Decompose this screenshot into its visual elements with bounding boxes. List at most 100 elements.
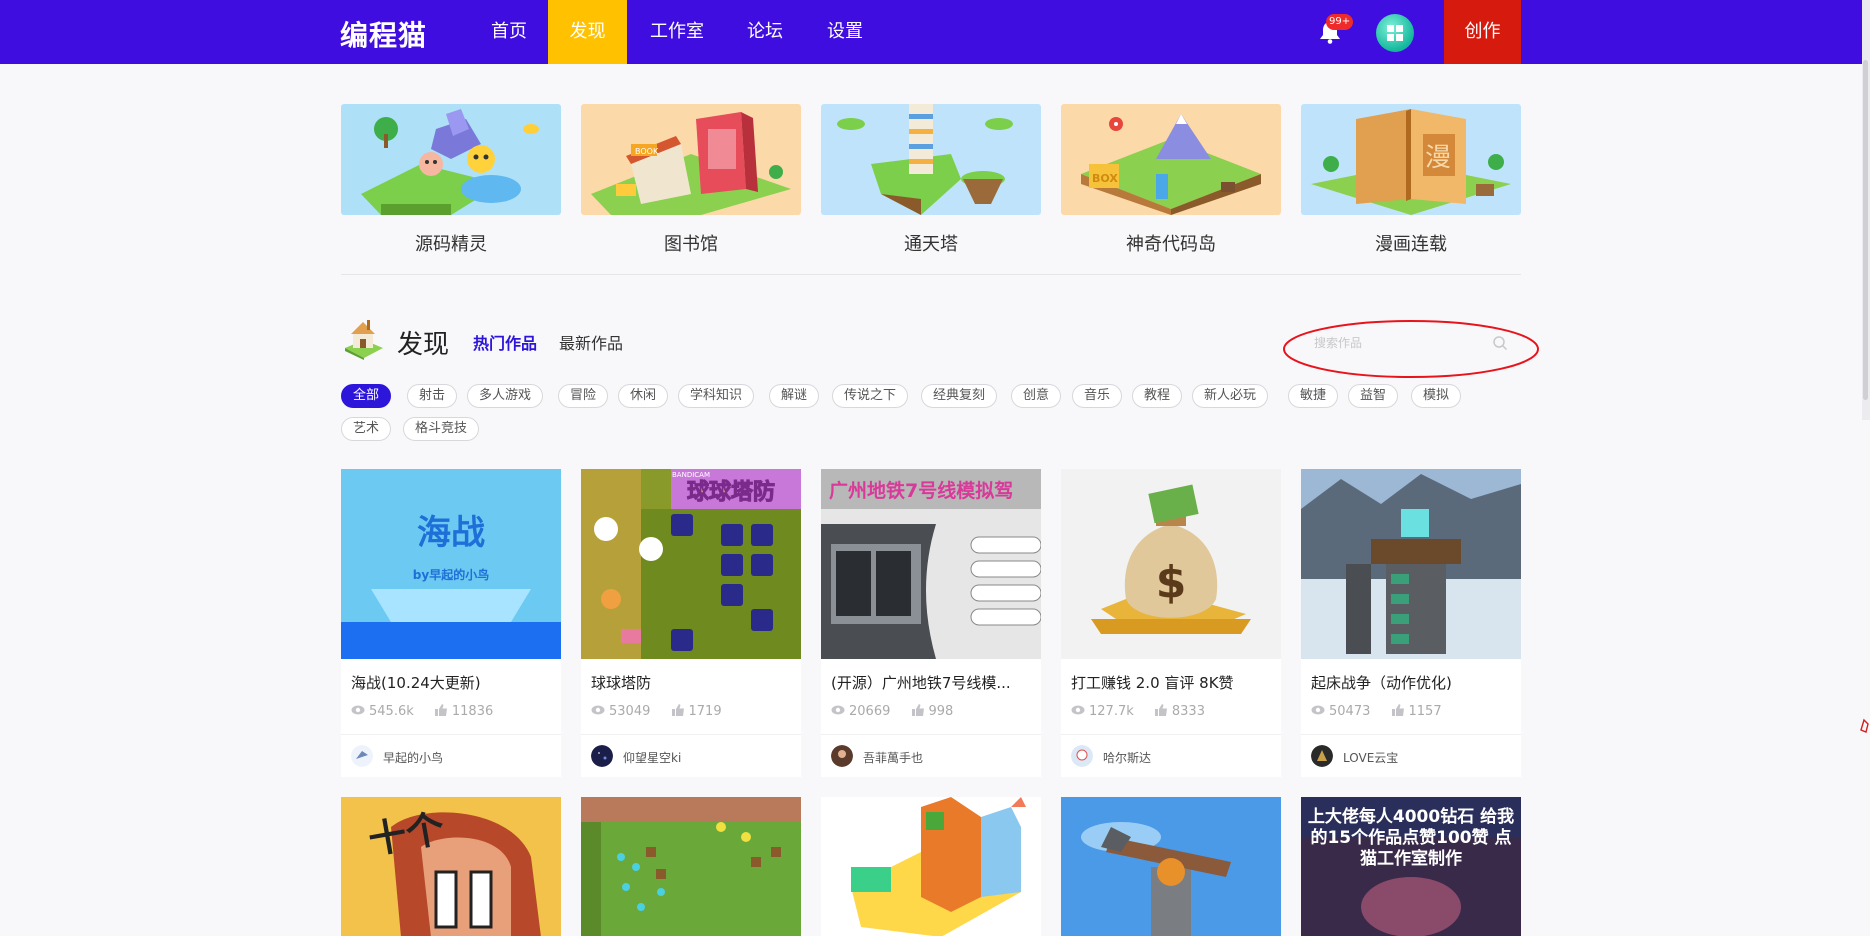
- author-avatar[interactable]: [591, 745, 613, 767]
- top-nav-bar: 编程猫 首页 发现 工作室 论坛 设置 99+ 创作: [0, 0, 1870, 64]
- notification-badge: 99+: [1326, 14, 1354, 30]
- tag-art[interactable]: 艺术: [341, 417, 392, 441]
- nav-forum[interactable]: 论坛: [733, 0, 797, 64]
- tag-brain[interactable]: 益智: [1348, 384, 1399, 408]
- work-card[interactable]: 十个: [341, 797, 561, 936]
- work-card[interactable]: [581, 797, 801, 936]
- tag-multiplayer[interactable]: 多人游戏: [467, 384, 544, 408]
- likes-thumb-icon: [1391, 704, 1404, 716]
- likes-thumb-icon: [1154, 704, 1167, 716]
- author-avatar[interactable]: [1311, 745, 1333, 767]
- feature-image: BOX: [1061, 104, 1281, 215]
- views-eye-icon: [351, 705, 365, 715]
- work-title: 海战(10.24大更新): [351, 674, 481, 692]
- card-separator: [1301, 734, 1521, 735]
- author-avatar[interactable]: [1071, 745, 1093, 767]
- nav-studio[interactable]: 工作室: [641, 0, 713, 64]
- svg-text:BOX: BOX: [1092, 172, 1118, 185]
- work-thumbnail: [1301, 469, 1521, 659]
- create-button[interactable]: 创作: [1444, 0, 1521, 64]
- author-avatar[interactable]: [351, 745, 373, 767]
- search-icon[interactable]: [1492, 335, 1508, 351]
- thumb-text: 上大佬每人4000钻石 给我的15个作品点赞100赞 点猫工作室制作: [1307, 807, 1515, 869]
- discover-title: 发现: [397, 330, 450, 360]
- tag-agility[interactable]: 敏捷: [1288, 384, 1339, 408]
- feature-code-island[interactable]: BOX 神奇代码岛: [1061, 104, 1281, 264]
- views-eye-icon: [831, 705, 845, 715]
- work-title: 打工赚钱 2.0 盲评 8K赞: [1071, 674, 1234, 692]
- work-stats: 545.6k 11836: [351, 703, 509, 719]
- work-thumbnail: 海战 by早起的小鸟: [341, 469, 561, 659]
- work-card[interactable]: [821, 797, 1041, 936]
- likes-count: 11836: [451, 704, 494, 719]
- section-divider: [341, 274, 1521, 275]
- card-separator: [1061, 734, 1281, 735]
- likes-thumb-icon: [911, 704, 924, 716]
- thumb-text: 球球塔防: [687, 480, 775, 505]
- tag-casual[interactable]: 休闲: [618, 384, 669, 408]
- tag-newbie-must-play[interactable]: 新人必玩: [1192, 384, 1269, 408]
- tab-new-works[interactable]: 最新作品: [559, 330, 623, 354]
- work-thumbnail: 广州地铁7号线模拟驾: [821, 469, 1041, 659]
- author-name[interactable]: LOVE云宝: [1343, 749, 1398, 766]
- author-name[interactable]: 吾菲萬手也: [863, 749, 923, 766]
- tag-adventure[interactable]: 冒险: [558, 384, 609, 408]
- tag-classic-remake[interactable]: 经典复刻: [921, 384, 998, 408]
- author-name[interactable]: 早起的小鸟: [383, 749, 443, 766]
- tag-shooting[interactable]: 射击: [407, 384, 458, 408]
- feature-source-sprite[interactable]: 源码精灵: [341, 104, 561, 264]
- svg-text:$: $: [1156, 557, 1187, 608]
- work-card[interactable]: 起床战争（动作优化) 50473 1157 LOVE云宝: [1301, 469, 1521, 777]
- user-avatar[interactable]: [1376, 14, 1414, 52]
- likes-count: 998: [928, 704, 954, 719]
- thumb-text: 广州地铁7号线模拟驾: [829, 479, 1013, 502]
- feature-tower[interactable]: 通天塔: [821, 104, 1041, 264]
- tag-music[interactable]: 音乐: [1072, 384, 1123, 408]
- work-thumbnail: [581, 797, 801, 936]
- windows-logo-icon: [1387, 25, 1403, 41]
- tab-hot-works[interactable]: 热门作品: [473, 330, 537, 354]
- tag-tutorial[interactable]: 教程: [1132, 384, 1183, 408]
- tag-puzzle[interactable]: 解谜: [769, 384, 820, 408]
- work-thumbnail: [1061, 797, 1281, 936]
- nav-discover[interactable]: 发现: [548, 0, 627, 64]
- page-scrollbar-thumb[interactable]: [1863, 60, 1868, 400]
- svg-text:BOOK: BOOK: [635, 147, 659, 156]
- feature-label: 通天塔: [904, 234, 958, 255]
- views-count: 53049: [609, 704, 651, 719]
- views-count: 20669: [849, 704, 891, 719]
- author-name[interactable]: 哈尔斯达: [1103, 749, 1151, 766]
- work-card[interactable]: [1061, 797, 1281, 936]
- tag-all[interactable]: 全部: [341, 384, 392, 408]
- tag-undertale[interactable]: 传说之下: [832, 384, 909, 408]
- work-card[interactable]: 海战 by早起的小鸟 海战(10.24大更新) 545.6k 11836 早起的…: [341, 469, 561, 777]
- feature-image: BOOK: [581, 104, 801, 215]
- work-thumbnail: 球球塔防 BANDICAM: [581, 469, 801, 659]
- tag-fighting[interactable]: 格斗竞技: [403, 417, 480, 441]
- work-card[interactable]: $ 打工赚钱 2.0 盲评 8K赞 127.7k 8333 哈尔斯达: [1061, 469, 1281, 777]
- tag-creative[interactable]: 创意: [1011, 384, 1062, 408]
- work-card[interactable]: 上大佬每人4000钻石 给我的15个作品点赞100赞 点猫工作室制作: [1301, 797, 1521, 936]
- author-avatar[interactable]: [831, 745, 853, 767]
- feature-library[interactable]: BOOK 图书馆: [581, 104, 801, 264]
- nav-settings[interactable]: 设置: [813, 0, 877, 64]
- search-input[interactable]: [1314, 333, 1474, 353]
- author-name[interactable]: 仰望星空ki: [623, 749, 681, 766]
- likes-thumb-icon: [671, 704, 684, 716]
- feature-label: 漫画连载: [1375, 234, 1447, 255]
- views-eye-icon: [1071, 705, 1085, 715]
- likes-count: 8333: [1171, 704, 1205, 719]
- feature-label: 神奇代码岛: [1126, 234, 1216, 255]
- feature-comics[interactable]: 漫 漫画连载: [1301, 104, 1521, 264]
- work-card[interactable]: 球球塔防 BANDICAM 球球塔防 53049 1719 仰望星空ki: [581, 469, 801, 777]
- feature-image: [341, 104, 561, 215]
- tag-knowledge[interactable]: 学科知识: [678, 384, 755, 408]
- feature-image: 漫: [1301, 104, 1521, 215]
- nav-home[interactable]: 首页: [476, 0, 542, 64]
- site-logo[interactable]: 编程猫: [340, 14, 427, 54]
- work-card[interactable]: 广州地铁7号线模拟驾 (开源）广州地铁7号线模... 20669 998 吾菲萬…: [821, 469, 1041, 777]
- views-eye-icon: [1311, 705, 1325, 715]
- card-separator: [341, 734, 561, 735]
- tag-simulation[interactable]: 模拟: [1411, 384, 1462, 408]
- side-float-icon[interactable]: [1858, 718, 1870, 734]
